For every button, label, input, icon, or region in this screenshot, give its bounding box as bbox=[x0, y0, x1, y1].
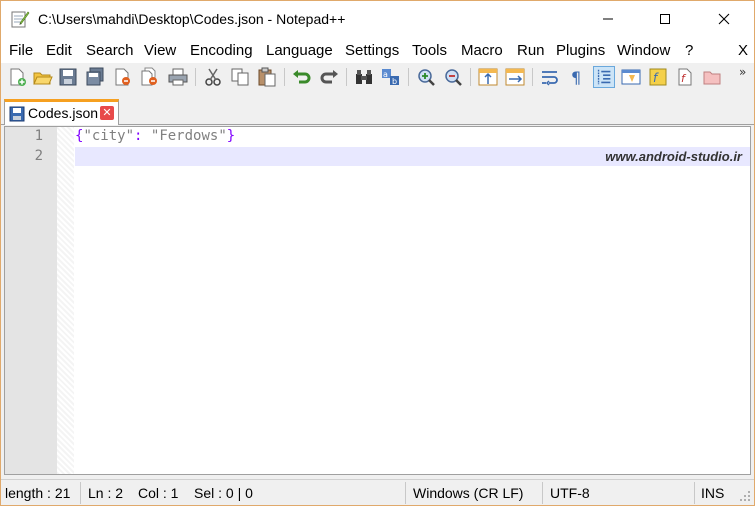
replace-icon[interactable]: ab bbox=[380, 66, 402, 88]
menu-view[interactable]: View bbox=[144, 42, 176, 59]
toolbar-separator bbox=[408, 68, 409, 86]
copy-icon[interactable] bbox=[229, 66, 251, 88]
maximize-button[interactable] bbox=[642, 1, 688, 37]
close-all-icon[interactable] bbox=[138, 66, 160, 88]
code-line-1[interactable]: {"city": "Ferdows"} bbox=[75, 128, 750, 147]
status-eol: Windows (CR LF) bbox=[413, 485, 524, 501]
folder-workspace-icon[interactable]: f bbox=[674, 66, 696, 88]
status-column: Col : 1 bbox=[138, 485, 179, 501]
save-all-icon[interactable] bbox=[84, 66, 106, 88]
json-brace: } bbox=[226, 128, 236, 144]
status-line: Ln : 2 bbox=[88, 485, 124, 501]
tab-close-button[interactable]: ✕ bbox=[100, 106, 114, 120]
status-insert-mode: INS bbox=[701, 485, 725, 501]
status-separator bbox=[80, 482, 81, 504]
toolbar-separator bbox=[284, 68, 285, 86]
tab-bar: Codes.json ✕ bbox=[1, 93, 754, 125]
close-document-button[interactable]: X bbox=[738, 42, 748, 59]
status-separator bbox=[542, 482, 543, 504]
json-value: "Ferdows" bbox=[150, 128, 227, 144]
line-number: 2 bbox=[34, 148, 43, 164]
menu-run[interactable]: Run bbox=[517, 42, 545, 59]
menu-macro[interactable]: Macro bbox=[461, 42, 503, 59]
close-file-icon[interactable] bbox=[111, 66, 133, 88]
word-wrap-icon[interactable] bbox=[539, 66, 561, 88]
toolbar-separator bbox=[195, 68, 196, 86]
toolbar-separator bbox=[346, 68, 347, 86]
title-bar: C:\Users\mahdi\Desktop\Codes.json - Note… bbox=[1, 1, 754, 39]
paste-icon[interactable] bbox=[256, 66, 278, 88]
tab-label: Codes.json bbox=[28, 105, 99, 121]
text-editor[interactable]: 1 2 {"city": "Ferdows"} www.android-stud… bbox=[4, 126, 751, 475]
menu-plugins[interactable]: Plugins bbox=[556, 42, 605, 59]
minimize-button[interactable] bbox=[585, 1, 631, 37]
code-line-2-current[interactable]: www.android-studio.ir bbox=[75, 147, 750, 166]
window-title: C:\Users\mahdi\Desktop\Codes.json - Note… bbox=[38, 11, 346, 27]
toolbar: ab ¶ f f » bbox=[1, 63, 754, 91]
maximize-icon bbox=[660, 14, 670, 24]
status-separator bbox=[694, 482, 695, 504]
redo-icon[interactable] bbox=[318, 66, 340, 88]
find-icon[interactable] bbox=[353, 66, 375, 88]
function-list-icon[interactable]: f bbox=[647, 66, 669, 88]
tab-codes-json[interactable]: Codes.json ✕ bbox=[4, 99, 119, 125]
undo-icon[interactable] bbox=[291, 66, 313, 88]
toolbar-separator bbox=[470, 68, 471, 86]
status-separator bbox=[405, 482, 406, 504]
saved-file-icon bbox=[9, 106, 25, 122]
cut-icon[interactable] bbox=[202, 66, 224, 88]
menu-file[interactable]: File bbox=[9, 42, 33, 59]
notepad-app-icon bbox=[11, 11, 30, 28]
svg-text:b: b bbox=[392, 77, 397, 86]
menu-window[interactable]: Window bbox=[617, 42, 670, 59]
zoom-out-icon[interactable] bbox=[442, 66, 464, 88]
sync-vertical-icon[interactable] bbox=[477, 66, 499, 88]
print-icon[interactable] bbox=[167, 66, 189, 88]
doc-map-icon[interactable] bbox=[620, 66, 642, 88]
minimize-icon bbox=[603, 18, 613, 20]
menu-encoding[interactable]: Encoding bbox=[190, 42, 253, 59]
line-number: 1 bbox=[34, 128, 43, 144]
menu-search[interactable]: Search bbox=[86, 42, 134, 59]
line-number-gutter: 1 2 bbox=[5, 127, 57, 474]
menu-tools[interactable]: Tools bbox=[412, 42, 447, 59]
fold-margin[interactable] bbox=[57, 127, 74, 474]
save-icon[interactable] bbox=[57, 66, 79, 88]
svg-text:a: a bbox=[383, 70, 388, 79]
watermark-text: www.android-studio.ir bbox=[605, 149, 742, 164]
menu-help[interactable]: ? bbox=[685, 42, 693, 59]
close-icon bbox=[718, 13, 730, 25]
menu-bar: File Edit Search View Encoding Language … bbox=[1, 39, 754, 63]
sync-horizontal-icon[interactable] bbox=[504, 66, 526, 88]
record-macro-icon[interactable] bbox=[701, 66, 723, 88]
menu-settings[interactable]: Settings bbox=[345, 42, 399, 59]
json-space bbox=[142, 128, 150, 144]
status-bar: length : 21 Ln : 2 Col : 1 Sel : 0 | 0 W… bbox=[1, 479, 754, 505]
open-file-icon[interactable] bbox=[31, 66, 53, 88]
status-length: length : 21 bbox=[5, 485, 71, 501]
zoom-in-icon[interactable] bbox=[415, 66, 437, 88]
new-file-icon[interactable] bbox=[6, 66, 28, 88]
notepad-plus-plus-window: C:\Users\mahdi\Desktop\Codes.json - Note… bbox=[0, 0, 755, 506]
json-key: "city" bbox=[83, 128, 135, 144]
show-all-chars-icon[interactable]: ¶ bbox=[566, 66, 588, 88]
resize-grip-icon[interactable] bbox=[739, 490, 751, 502]
toolbar-separator bbox=[532, 68, 533, 86]
menu-language[interactable]: Language bbox=[266, 42, 333, 59]
indent-guide-icon[interactable] bbox=[593, 66, 615, 88]
close-window-button[interactable] bbox=[701, 1, 747, 37]
status-selection: Sel : 0 | 0 bbox=[194, 485, 253, 501]
svg-text:¶: ¶ bbox=[571, 68, 581, 87]
status-encoding: UTF-8 bbox=[550, 485, 590, 501]
toolbar-overflow-chevron[interactable]: » bbox=[739, 65, 746, 79]
menu-edit[interactable]: Edit bbox=[46, 42, 72, 59]
